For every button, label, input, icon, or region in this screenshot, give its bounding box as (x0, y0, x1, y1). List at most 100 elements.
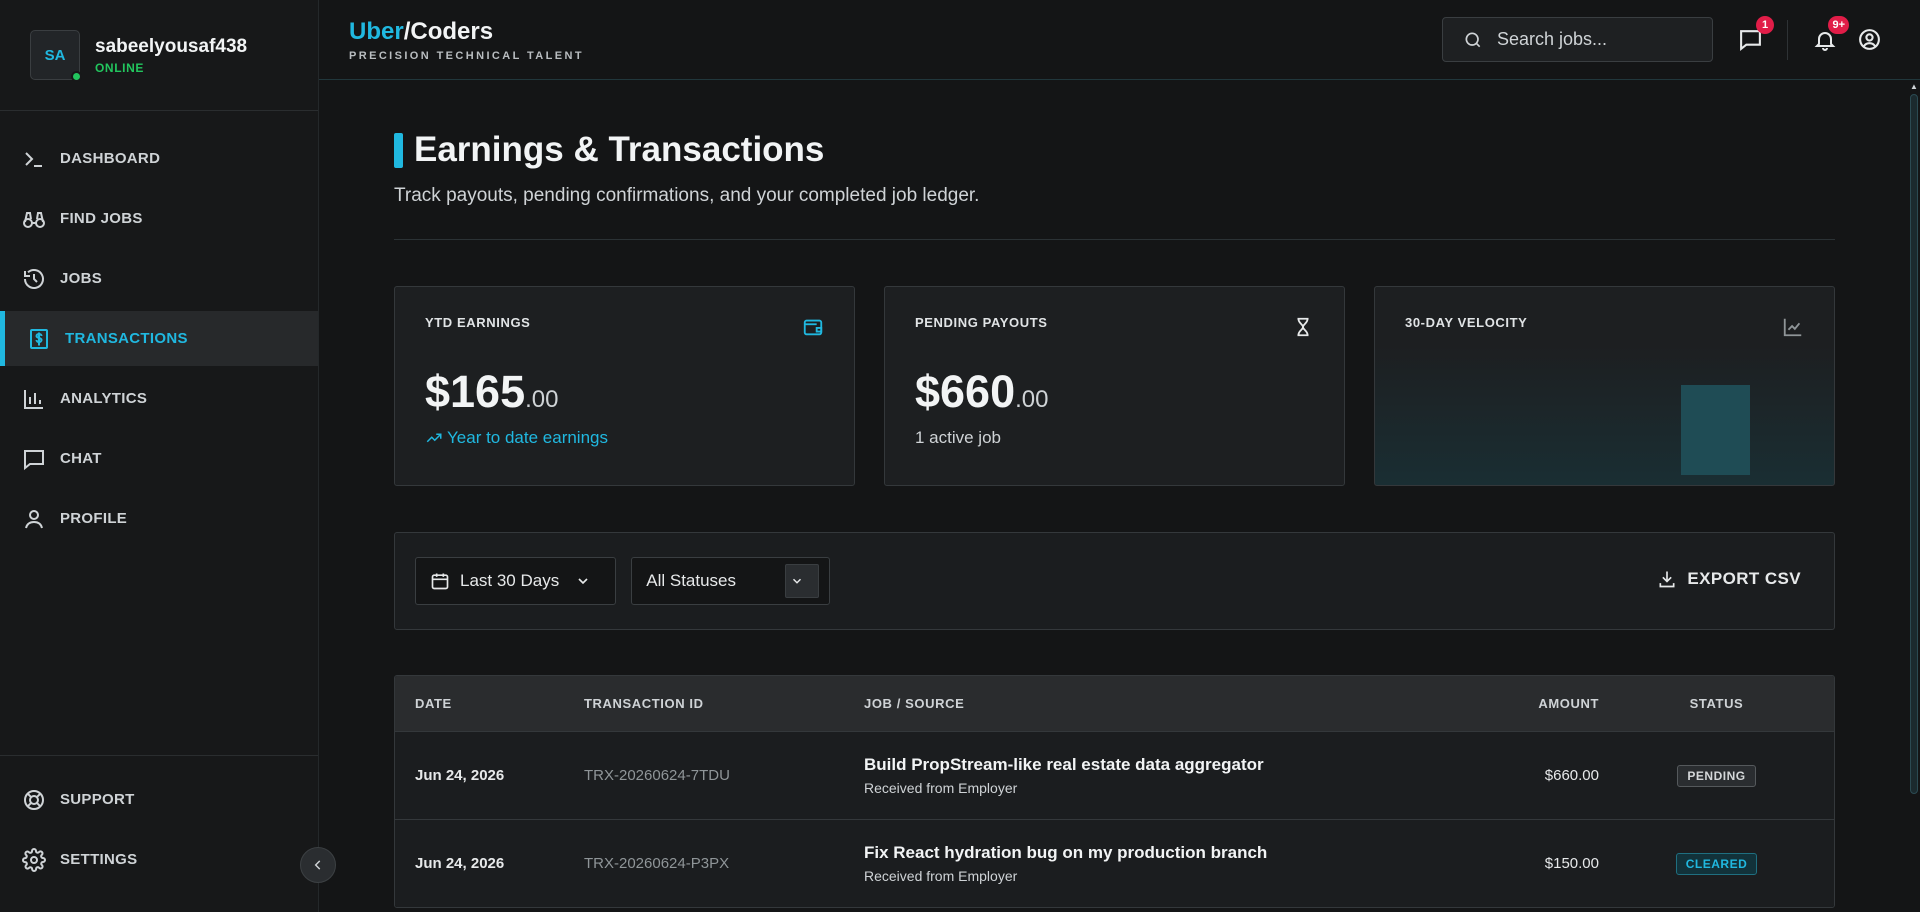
table-row[interactable]: Jun 24, 2026 TRX-20260624-P3PX Fix React… (395, 819, 1834, 907)
job-title[interactable]: Build PropStream-like real estate data a… (864, 755, 1414, 775)
card-value-dollars: $165 (425, 366, 526, 417)
col-status[interactable]: STATUS (1599, 696, 1834, 711)
sidebar-item-label: PROFILE (60, 510, 128, 527)
cell-date: Jun 24, 2026 (415, 767, 505, 784)
page-content: Earnings & Transactions Track payouts, p… (394, 80, 1835, 908)
sidebar-item-label: TRANSACTIONS (65, 330, 188, 347)
sidebar-item-transactions[interactable]: TRANSACTIONS (0, 311, 318, 366)
job-source: Received from Employer (864, 868, 1018, 884)
col-amount[interactable]: AMOUNT (1414, 696, 1599, 711)
calendar-icon (431, 573, 449, 590)
col-transaction-id[interactable]: TRANSACTION ID (584, 696, 864, 711)
page-header: Earnings & Transactions Track payouts, p… (394, 80, 1835, 240)
pending-payouts-card: PENDING PAYOUTS $660.00 1 active job (884, 286, 1345, 486)
card-label: PENDING PAYOUTS (915, 315, 1048, 330)
search-box[interactable] (1442, 17, 1713, 62)
gear-icon (22, 847, 46, 872)
topbar-divider (1787, 19, 1788, 60)
filters-bar: Last 30 Days All Statuses EXPORT CSV (394, 532, 1835, 630)
col-date[interactable]: DATE (395, 696, 584, 711)
topbar: Uber/Coders PRECISION TECHNICAL TALENT 1… (319, 0, 1920, 80)
wallet-icon (803, 319, 823, 336)
status-select[interactable]: All Statuses (631, 557, 831, 605)
online-indicator (71, 71, 82, 82)
cell-transaction-id: TRX-20260624-7TDU (584, 767, 730, 784)
sidebar-item-dashboard[interactable]: DASHBOARD (0, 131, 318, 186)
brand-tagline: PRECISION TECHNICAL TALENT (349, 49, 584, 62)
status-badge: PENDING (1677, 764, 1756, 787)
cell-job: Fix React hydration bug on my production… (864, 843, 1414, 884)
sidebar-item-label: CHAT (60, 450, 102, 467)
username: sabeelyousaf438 (95, 35, 248, 57)
card-note: Year to date earnings (425, 428, 824, 448)
sidebar-item-chat[interactable]: CHAT (0, 431, 318, 486)
notifications-button[interactable]: 9+ (1810, 15, 1849, 55)
velocity-card: 30-DAY VELOCITY (1374, 286, 1835, 486)
sidebar-item-label: SETTINGS (60, 851, 138, 868)
sidebar-item-label: SUPPORT (60, 791, 135, 808)
status-value: All Statuses (646, 571, 736, 590)
velocity-chart-bar (1681, 385, 1750, 475)
cell-status: CLEARED (1599, 852, 1834, 875)
page-title: Earnings & Transactions (394, 130, 1835, 170)
terminal-icon (25, 151, 42, 167)
collapse-sidebar-button[interactable] (300, 847, 336, 883)
brand-name-accent: Uber (349, 17, 404, 45)
export-csv-button[interactable]: EXPORT CSV (1657, 569, 1801, 589)
bar-chart-icon (24, 389, 43, 409)
brand-logo: Uber/Coders (349, 18, 584, 46)
card-value: $660.00 (915, 366, 1314, 418)
download-icon (1659, 571, 1675, 588)
card-value-dollars: $660 (915, 366, 1016, 417)
cell-amount: $660.00 (1544, 767, 1599, 784)
cell-transaction-id: TRX-20260624-P3PX (584, 855, 730, 872)
card-note-text: Year to date earnings (447, 428, 608, 447)
dollar-receipt-icon (30, 328, 48, 349)
ytd-earnings-card: YTD EARNINGS $165.00 Year to date earnin… (394, 286, 855, 486)
messages-badge: 1 (1756, 15, 1774, 34)
card-value: $165.00 (425, 366, 824, 418)
hourglass-icon (1297, 317, 1309, 337)
page-subtitle: Track payouts, pending confirmations, an… (394, 185, 980, 206)
sidebar-item-label: DASHBOARD (60, 150, 161, 167)
table-header: DATE TRANSACTION ID JOB / SOURCE AMOUNT … (395, 676, 1834, 731)
sidebar-item-find-jobs[interactable]: FIND JOBS (0, 191, 318, 246)
card-value-cents: .00 (525, 386, 559, 413)
job-title[interactable]: Fix React hydration bug on my production… (864, 843, 1414, 863)
page-title-text: Earnings & Transactions (414, 130, 825, 169)
chevron-down-icon (578, 578, 588, 585)
account-button[interactable] (1854, 25, 1884, 55)
sidebar-item-settings[interactable]: SETTINGS (0, 832, 318, 887)
sidebar-item-profile[interactable]: PROFILE (0, 491, 318, 546)
brand[interactable]: Uber/Coders PRECISION TECHNICAL TALENT (349, 18, 584, 62)
scrollbar-thumb[interactable] (1910, 94, 1918, 794)
cell-amount: $150.00 (1544, 855, 1599, 872)
trending-up-icon (426, 433, 442, 443)
avatar[interactable]: SA (30, 30, 82, 82)
status-dropdown-toggle[interactable] (785, 564, 820, 598)
history-icon (24, 268, 44, 289)
user-circle-icon (1858, 29, 1880, 50)
user-panel: SA sabeelyousaf438 ONLINE (0, 0, 318, 111)
sidebar-item-support[interactable]: SUPPORT (0, 772, 318, 827)
chat-icon (24, 449, 44, 470)
chevron-down-icon (793, 578, 802, 584)
sidebar-item-label: ANALYTICS (60, 390, 148, 407)
messages-button[interactable]: 1 (1735, 15, 1774, 55)
date-range-select[interactable]: Last 30 Days (415, 557, 617, 605)
sidebar-item-label: FIND JOBS (60, 210, 143, 227)
sidebar-item-jobs[interactable]: JOBS (0, 251, 318, 306)
col-job-source[interactable]: JOB / SOURCE (864, 696, 1414, 711)
job-source: Received from Employer (864, 780, 1018, 796)
sidebar-item-analytics[interactable]: ANALYTICS (0, 371, 318, 426)
main-nav: DASHBOARD FIND JOBS JOBS TRANSACTIONS AN… (0, 111, 318, 551)
search-icon (1465, 32, 1481, 47)
transactions-table: DATE TRANSACTION ID JOB / SOURCE AMOUNT … (394, 675, 1835, 908)
sidebar-footer: SUPPORT SETTINGS (0, 755, 318, 912)
scrollbar[interactable]: ▲ (1908, 80, 1920, 912)
scroll-up-arrow[interactable]: ▲ (1910, 82, 1918, 92)
search-input[interactable] (1497, 29, 1677, 50)
table-row[interactable]: Jun 24, 2026 TRX-20260624-7TDU Build Pro… (395, 731, 1834, 819)
export-label: EXPORT CSV (1687, 569, 1801, 588)
card-value-cents: .00 (1015, 386, 1049, 413)
